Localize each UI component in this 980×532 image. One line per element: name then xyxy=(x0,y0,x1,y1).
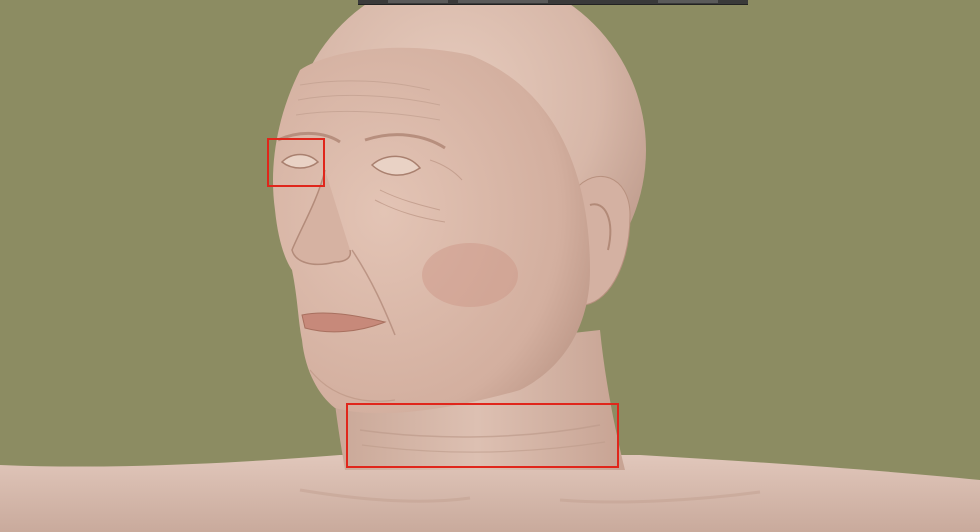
toolbar-segment[interactable] xyxy=(388,0,448,3)
eye-highlight-box xyxy=(267,138,325,187)
viewport-header-toolbar[interactable] xyxy=(358,0,748,5)
toolbar-segment[interactable] xyxy=(458,0,548,3)
3d-viewport[interactable] xyxy=(0,0,980,532)
toolbar-segment[interactable] xyxy=(658,0,718,3)
neck-highlight-box xyxy=(346,403,619,468)
